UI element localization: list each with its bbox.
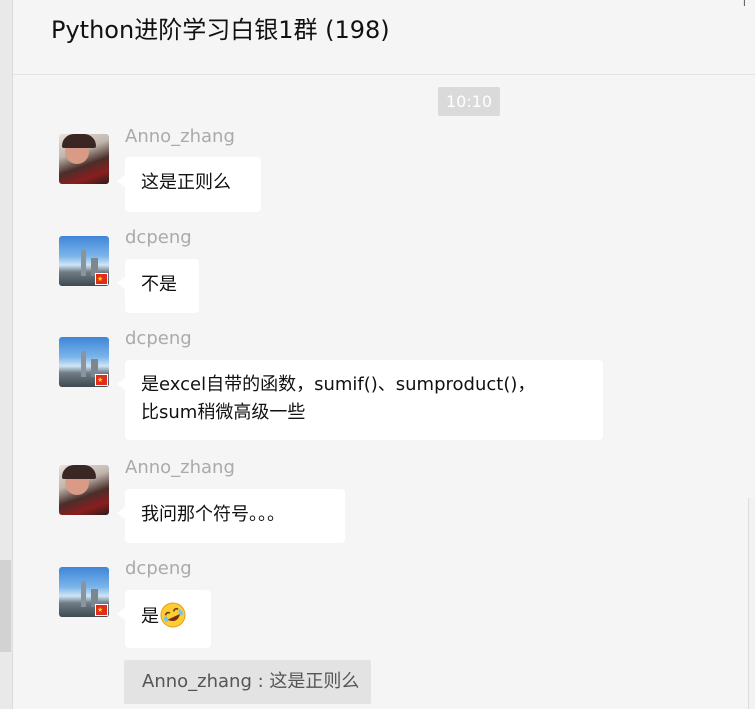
- dcpeng-avatar[interactable]: ★: [59, 567, 109, 617]
- left-scrollbar-thumb[interactable]: [0, 560, 11, 652]
- message-text: 不是: [141, 274, 177, 295]
- chat-title: Python进阶学习白银1群 (198): [51, 16, 390, 44]
- anno-avatar[interactable]: [59, 134, 109, 184]
- right-panel-edge: [748, 498, 755, 709]
- left-panel-edge: [0, 0, 13, 709]
- message-text: 是excel自带的函数，sumif()、sumproduct()，: [141, 374, 536, 395]
- message-text: 是: [141, 606, 159, 627]
- dcpeng-avatar[interactable]: ★: [59, 236, 109, 286]
- sender-name: dcpeng: [125, 227, 192, 248]
- message-bubble[interactable]: 我问那个符号。。。: [117, 489, 345, 543]
- quoted-message[interactable]: Anno_zhang : 这是正则么: [124, 660, 371, 704]
- sender-name: Anno_zhang: [125, 457, 235, 478]
- timestamp-chip: 10:10: [438, 87, 500, 116]
- sender-name: Anno_zhang: [125, 126, 235, 147]
- dcpeng-avatar[interactable]: ★: [59, 337, 109, 387]
- message-bubble[interactable]: 是: [117, 590, 211, 648]
- pin-icon[interactable]: ↑: [739, 0, 753, 10]
- flag-icon: ★: [95, 273, 108, 285]
- message-text: 我问那个符号。。。: [141, 504, 285, 525]
- flag-icon: ★: [95, 604, 108, 616]
- message-bubble[interactable]: 是excel自带的函数，sumif()、sumproduct()， 比sum稍微…: [117, 360, 603, 440]
- sender-name: dcpeng: [125, 558, 192, 579]
- sender-name: dcpeng: [125, 328, 192, 349]
- rolling-on-floor-laughing-icon: [159, 601, 187, 629]
- message-text: 比sum稍微高级一些: [141, 402, 306, 423]
- message-text: 这是正则么: [141, 172, 231, 193]
- message-bubble[interactable]: 不是: [117, 259, 199, 313]
- message-bubble[interactable]: 这是正则么: [117, 157, 261, 212]
- anno-avatar[interactable]: [59, 465, 109, 515]
- chat-header: Python进阶学习白银1群 (198) ↑: [13, 0, 755, 75]
- flag-icon: ★: [95, 374, 108, 386]
